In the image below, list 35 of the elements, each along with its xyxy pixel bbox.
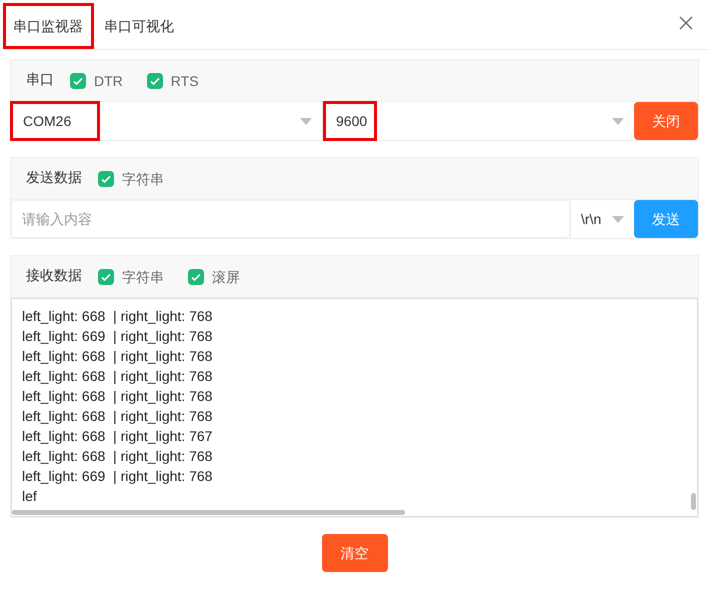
caret-icon [612,216,624,222]
output-line: left_light: 668 | right_light: 768 [22,447,212,466]
output-line: left_light: 668 | right_light: 768 [22,307,212,326]
checkbox-label: 滚屏 [212,268,240,286]
section-title: 接收数据 [26,266,82,284]
output-line: left_light: 668 | right_light: 768 [22,367,212,386]
caret-icon [612,118,624,124]
section-title: 串口 [26,70,54,88]
checkbox[interactable] [146,72,163,88]
checkbox-label: 字符串 [122,268,164,286]
tab[interactable]: 串口监视器 [3,3,94,49]
close-icon[interactable] [679,16,693,30]
select-value: 9600 [323,101,377,141]
checkbox[interactable] [98,170,114,186]
output-line: left_light: 668 | right_light: 768 [22,407,212,426]
output-line: lef [22,487,37,506]
checkbox[interactable] [98,268,114,284]
output-line: left_light: 669 | right_light: 768 [22,327,212,346]
section-title: 发送数据 [26,168,82,186]
output-line: left_light: 668 | right_light: 767 [22,427,212,446]
checkbox[interactable] [188,268,204,284]
tab[interactable]: 串口可视化 [94,3,184,49]
send-input[interactable]: 请输入内容 [11,200,570,238]
checkbox-label: RTS [170,72,199,90]
checkbox[interactable] [70,72,86,88]
checkbox-label: 字符串 [122,170,164,188]
checkbox-label: DTR [94,72,123,90]
select-value: COM26 [10,101,100,141]
horizontal-scrollbar[interactable] [12,510,405,515]
vertical-scrollbar[interactable] [691,493,696,510]
output-line: left_light: 668 | right_light: 768 [22,347,212,366]
output-line: left_light: 668 | right_light: 768 [22,387,212,406]
output-line: left_light: 669 | right_light: 768 [22,467,212,486]
select-value: \r\n [581,210,602,229]
caret-icon [300,118,312,124]
